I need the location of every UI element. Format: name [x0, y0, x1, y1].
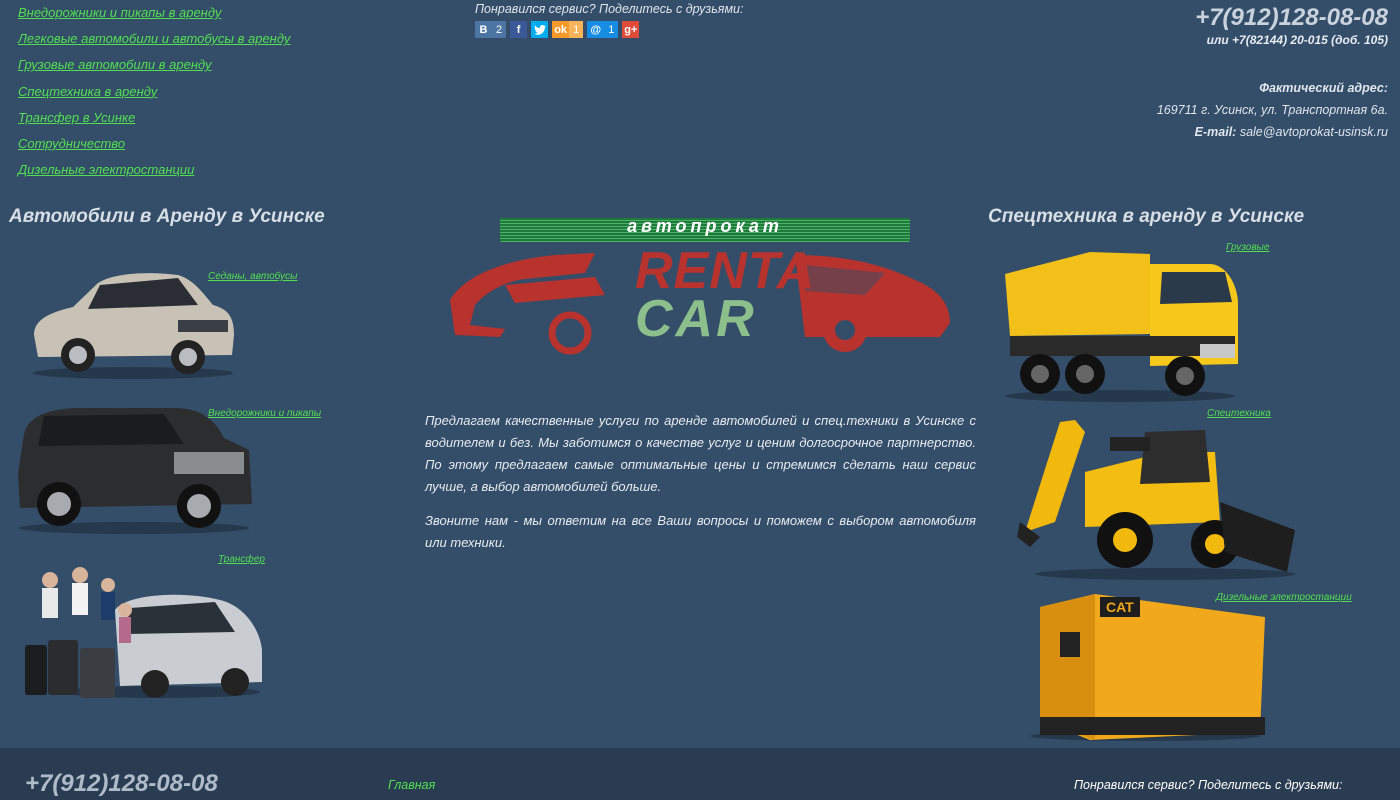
- googleplus-share-button[interactable]: g+: [622, 21, 640, 38]
- share-widget: Понравился сервис? Поделитесь с друзьями…: [475, 2, 743, 38]
- footer: +7(912)128-08-08 Главная Понравился серв…: [0, 748, 1400, 800]
- svg-text:CAT: CAT: [1106, 599, 1134, 615]
- top-nav: Внедорожники и пикапы в аренду Легковые …: [18, 5, 290, 188]
- suv-image[interactable]: [14, 404, 254, 534]
- vk-share-button[interactable]: В 2: [475, 21, 507, 38]
- intro-paragraph-1: Предлагаем качественные услуги по аренде…: [425, 413, 976, 494]
- odnoklassniki-count: 1: [569, 21, 584, 38]
- footer-share-label: Понравился сервис? Поделитесь с друзьями…: [1074, 778, 1343, 792]
- mailru-share-button[interactable]: @ 1: [587, 21, 619, 38]
- phone-alt: или +7(82144) 20-015 (доб. 105): [1206, 33, 1388, 47]
- email-label: E-mail:: [1194, 125, 1237, 139]
- email-value[interactable]: sale@avtoprokat-usinsk.ru: [1240, 125, 1388, 139]
- phone-main[interactable]: +7(912)128-08-08: [1157, 4, 1388, 32]
- transfer-image[interactable]: [20, 550, 265, 700]
- nav-link-special[interactable]: Спецтехника в аренду: [18, 84, 290, 110]
- renta-car-logo: автопрокат RENTA CAR: [445, 215, 955, 360]
- footer-phone[interactable]: +7(912)128-08-08: [25, 770, 218, 798]
- nav-link-trucks[interactable]: Грузовые автомобили в аренду: [18, 57, 290, 83]
- nav-link-suv[interactable]: Внедорожники и пикапы в аренду: [18, 5, 290, 31]
- odnoklassniki-icon: ok: [554, 23, 568, 36]
- backhoe-loader-image[interactable]: [1015, 412, 1300, 582]
- sedan-image[interactable]: [28, 265, 238, 380]
- share-buttons: В 2 f ok 1 @ 1 g+: [475, 21, 743, 38]
- mailru-icon: @: [590, 23, 602, 36]
- link-sedans-buses[interactable]: Седаны, автобусы: [208, 271, 297, 282]
- nav-link-cooperation[interactable]: Сотрудничество: [18, 136, 290, 162]
- special-section-title: Спецтехника в аренду в Усинске: [988, 206, 1305, 227]
- nav-link-transfer[interactable]: Трансфер в Усинке: [18, 110, 290, 136]
- facebook-icon: f: [516, 23, 521, 36]
- twitter-icon: [531, 21, 548, 38]
- share-label: Понравился сервис? Поделитесь с друзьями…: [475, 2, 744, 16]
- link-transfer[interactable]: Трансфер: [218, 554, 265, 565]
- diesel-generator-image[interactable]: CAT: [1020, 592, 1270, 742]
- intro-paragraph-2: Звоните нам - мы ответим на все Ваши воп…: [425, 513, 976, 550]
- link-suv-pickups[interactable]: Внедорожники и пикапы: [208, 408, 321, 419]
- facebook-share-button[interactable]: f: [510, 21, 528, 38]
- contacts-block: +7(912)128-08-08 или +7(82144) 20-015 (д…: [1157, 4, 1388, 139]
- cars-section-title: Автомобили в Аренду в Усинске: [9, 206, 325, 227]
- logo-top-text: автопрокат: [627, 216, 783, 236]
- twitter-share-button[interactable]: [531, 21, 549, 38]
- odnoklassniki-share-button[interactable]: ok 1: [552, 21, 584, 38]
- address-label: Фактический адрес:: [1259, 81, 1388, 95]
- mailru-count: 1: [608, 23, 615, 36]
- logo-word-car: CAR: [635, 290, 757, 348]
- dump-truck-image[interactable]: [1000, 244, 1245, 404]
- footer-home-link[interactable]: Главная: [388, 778, 435, 792]
- vk-count: 2: [496, 23, 503, 36]
- address-value: 169711 г. Усинск, ул. Транспортная 6а.: [1156, 103, 1388, 117]
- email-line: E-mail: sale@avtoprokat-usinsk.ru: [1157, 125, 1388, 139]
- nav-link-generators[interactable]: Дизельные электростанции: [18, 162, 290, 188]
- googleplus-icon: g+: [624, 23, 638, 36]
- vk-icon: В: [479, 23, 488, 36]
- intro-text: Предлагаем качественные услуги по аренде…: [425, 410, 976, 566]
- nav-link-cars-buses[interactable]: Легковые автомобили и автобусы в аренду: [18, 31, 290, 57]
